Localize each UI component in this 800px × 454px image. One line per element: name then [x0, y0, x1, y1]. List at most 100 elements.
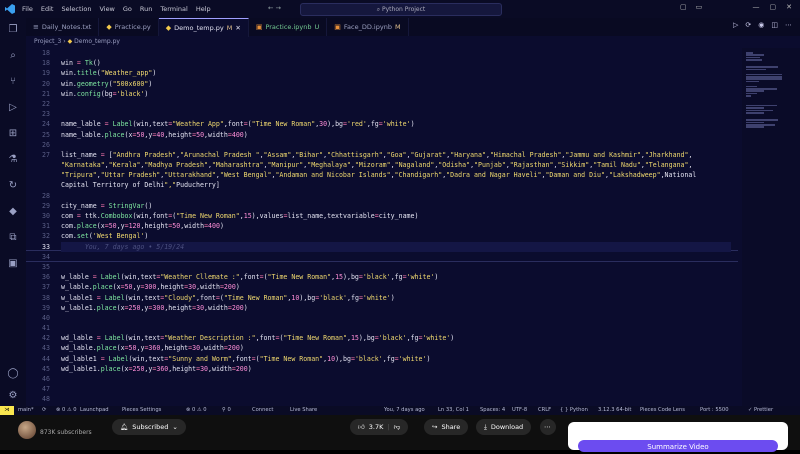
- tab-practice-py[interactable]: ◆ Practice.py: [99, 18, 159, 36]
- like-button[interactable]: 👍︎ 3.7K | 👎︎: [350, 419, 409, 435]
- menu-help[interactable]: Help: [196, 5, 211, 13]
- live-server-port[interactable]: Port : 5500: [700, 406, 729, 415]
- extensions-icon[interactable]: ⊞: [7, 128, 19, 140]
- code-line[interactable]: [61, 384, 731, 394]
- breadcrumb-folder[interactable]: Project_3: [34, 38, 61, 45]
- code-line[interactable]: [61, 109, 731, 119]
- menu-selection[interactable]: Selection: [61, 5, 91, 13]
- tab-daily-notes[interactable]: ≡ Daily_Notes.txt: [26, 18, 100, 36]
- search-icon[interactable]: ⌕: [7, 50, 19, 62]
- channel-avatar[interactable]: [18, 421, 36, 439]
- code-line[interactable]: [61, 99, 731, 109]
- split-editor-icon[interactable]: ◫: [771, 21, 778, 29]
- code-line[interactable]: [61, 313, 731, 323]
- layout-panel-icon[interactable]: ▭: [696, 3, 703, 11]
- tab-demo-temp[interactable]: ◆ Demo_temp.py M ✕: [158, 18, 249, 37]
- tab-face-dd[interactable]: ▣ Face_DD.ipynb M: [327, 18, 409, 36]
- prettier[interactable]: ✓ Prettier: [748, 406, 773, 415]
- pieces-code-lens[interactable]: Pieces Code Lens: [640, 406, 685, 415]
- testing-icon[interactable]: ⚗: [7, 154, 19, 166]
- download-button[interactable]: ⤓ Download: [476, 419, 532, 435]
- git-branch[interactable]: main*: [18, 406, 34, 415]
- share-button[interactable]: ↪ Share: [424, 419, 469, 435]
- cursor-position[interactable]: Ln 33, Col 1: [438, 406, 469, 415]
- python-interpreter[interactable]: 3.12.3 64-bit: [598, 406, 631, 415]
- minimap[interactable]: [742, 48, 800, 406]
- menu-terminal[interactable]: Terminal: [160, 5, 187, 13]
- code-line[interactable]: "Karnataka","Kerala","Madhya Pradesh","M…: [61, 160, 731, 170]
- code-line[interactable]: "Tripura","Uttar Pradesh","Uttarakhand",…: [61, 170, 731, 180]
- close-tab-icon[interactable]: ✕: [235, 24, 240, 32]
- code-line[interactable]: name_lable = Label(win,text="Weather App…: [61, 119, 731, 129]
- code-line[interactable]: [61, 262, 731, 272]
- code-line[interactable]: win.config(bg='black'): [61, 89, 731, 99]
- code-line[interactable]: win.geometry("500x600"): [61, 79, 731, 89]
- code-line[interactable]: w_lable1.place(x=250,y=300,height=30,wid…: [61, 303, 731, 313]
- layout-sidebar-icon[interactable]: ▢: [680, 3, 687, 11]
- remote-indicator-icon[interactable]: ⋊: [0, 406, 14, 415]
- pieces-icon[interactable]: ⧉: [7, 232, 19, 244]
- code-line[interactable]: list_name = ["Andhra Pradesh","Arunachal…: [61, 150, 731, 160]
- code-line[interactable]: w_lable.place(x=50,y=300,height=30,width…: [61, 282, 731, 292]
- code-line[interactable]: wd_lable1 = Label(win,text="Sunny and Wo…: [61, 354, 731, 364]
- code-line[interactable]: w_lable = Label(win,text="Weather Cllema…: [61, 272, 731, 282]
- minimize-icon[interactable]: —: [753, 3, 760, 11]
- code-line[interactable]: w_lable1 = Label(win,text="Cloudy",font=…: [61, 293, 731, 303]
- git-blame-inline[interactable]: You, 7 days ago • 5/19/24: [61, 241, 731, 252]
- menu-go[interactable]: Go: [123, 5, 132, 13]
- close-icon[interactable]: ✕: [786, 3, 792, 11]
- account-icon[interactable]: ◯: [7, 368, 19, 380]
- launchpad[interactable]: Launchpad: [80, 406, 109, 415]
- code-line[interactable]: wd_lable.place(x=50,y=360,height=30,widt…: [61, 343, 731, 353]
- code-line[interactable]: [61, 394, 731, 404]
- encoding[interactable]: UTF-8: [512, 406, 527, 415]
- code-line[interactable]: com.set('West Bengal'): [61, 231, 731, 241]
- ports-icon[interactable]: ⚲ 0: [222, 406, 231, 415]
- code-line[interactable]: win.title("Weather_app"): [61, 68, 731, 78]
- more-options-button[interactable]: ⋯: [540, 419, 556, 435]
- code-line[interactable]: [61, 374, 731, 384]
- code-line[interactable]: [61, 48, 731, 58]
- code-line[interactable]: win = Tk(): [61, 58, 731, 68]
- maximize-icon[interactable]: ▢: [770, 3, 777, 11]
- connect[interactable]: Connect: [252, 406, 273, 415]
- breadcrumb-file[interactable]: Demo_temp.py: [74, 38, 120, 45]
- menu-file[interactable]: File: [22, 5, 33, 13]
- debug-icon[interactable]: ⟳: [745, 21, 751, 29]
- code-line[interactable]: com = ttk.Combobox(win,font=("Time New R…: [61, 211, 731, 221]
- menu-run[interactable]: Run: [140, 5, 152, 13]
- live-share[interactable]: Live Share: [290, 406, 317, 415]
- remote-explorer-icon[interactable]: ▣: [7, 258, 19, 270]
- live-share-icon[interactable]: ↻: [7, 180, 19, 192]
- pieces-settings[interactable]: Pieces Settings: [122, 406, 161, 415]
- nav-arrows-icon[interactable]: ← →: [268, 4, 281, 12]
- more-actions-icon[interactable]: ⋯: [785, 21, 792, 29]
- git-blame[interactable]: You, 7 days ago: [384, 406, 425, 415]
- code-line[interactable]: wd_lable1.place(x=250,y=360,height=30,wi…: [61, 364, 731, 374]
- command-center-search[interactable]: ⌕ Python Project: [300, 3, 502, 16]
- run-debug-icon[interactable]: ▷: [7, 102, 19, 114]
- indentation[interactable]: Spaces: 4: [480, 406, 505, 415]
- python-icon[interactable]: ◆: [7, 206, 19, 218]
- code-line[interactable]: [61, 323, 731, 333]
- code-line[interactable]: com.place(x=50,y=120,height=50,width=400…: [61, 221, 731, 231]
- language-mode[interactable]: { } Python: [560, 406, 588, 415]
- code-line[interactable]: name_lable.place(x=50,y=40,height=50,wid…: [61, 130, 731, 140]
- code-line[interactable]: [61, 191, 731, 201]
- code-line[interactable]: Capital Territory of Delhi","Puducherry]: [61, 180, 731, 190]
- menu-edit[interactable]: Edit: [41, 5, 54, 13]
- run-python-icon[interactable]: ▷: [733, 21, 738, 29]
- explorer-icon[interactable]: ❐: [7, 24, 19, 36]
- menu-view[interactable]: View: [99, 5, 114, 13]
- code-line[interactable]: [61, 140, 731, 150]
- code-line[interactable]: wd_lable = Label(win,text="Weather Descr…: [61, 333, 731, 343]
- code-line[interactable]: [61, 252, 731, 262]
- subscribed-button[interactable]: 🔔︎ Subscribed ⌄: [112, 419, 186, 435]
- errors-warnings[interactable]: ⊗ 0 ⚠ 0: [56, 406, 77, 415]
- settings-gear-icon[interactable]: ⚙: [7, 390, 19, 402]
- summarize-video-button[interactable]: Summarize Video: [578, 440, 778, 452]
- code-line[interactable]: city_name = StringVar(): [61, 201, 731, 211]
- line-ending[interactable]: CRLF: [538, 406, 551, 415]
- open-changes-icon[interactable]: ◉: [758, 21, 764, 29]
- problems-count[interactable]: ⊗ 0 ⚠ 0: [186, 406, 207, 415]
